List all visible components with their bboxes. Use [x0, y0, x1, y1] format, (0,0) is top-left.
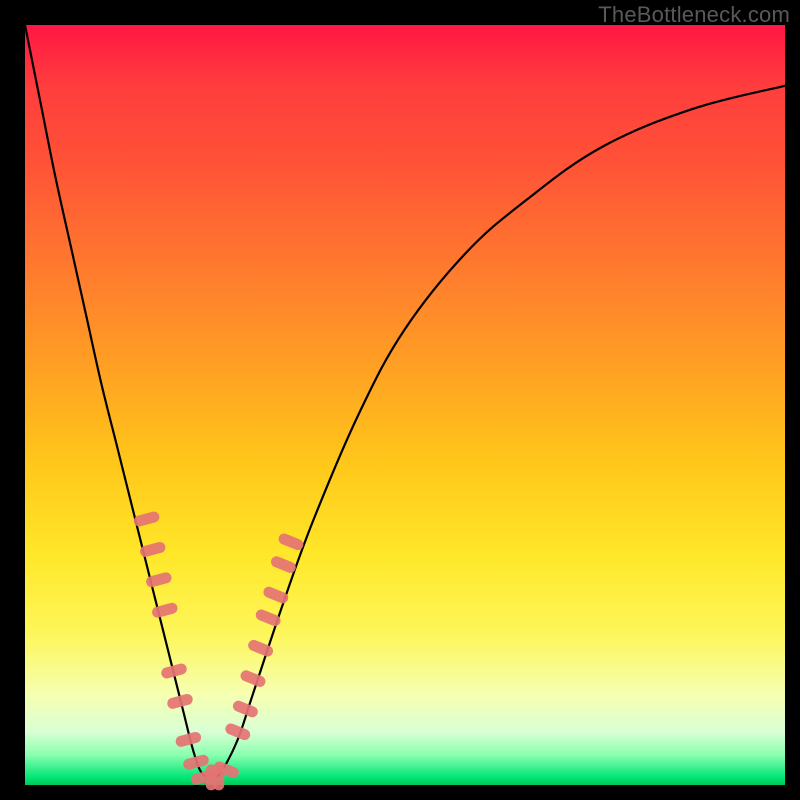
data-marker: [151, 602, 179, 619]
data-marker: [239, 669, 267, 689]
plot-area: [25, 25, 785, 785]
chart-frame: TheBottleneck.com: [0, 0, 800, 800]
data-marker: [139, 541, 167, 558]
data-marker: [269, 555, 297, 575]
data-marker: [262, 585, 290, 605]
data-marker: [254, 608, 282, 628]
bottleneck-curve: [25, 25, 785, 778]
data-marker: [277, 532, 305, 552]
marker-layer: [133, 510, 305, 790]
curve-svg: [25, 25, 785, 785]
data-marker: [133, 510, 161, 527]
